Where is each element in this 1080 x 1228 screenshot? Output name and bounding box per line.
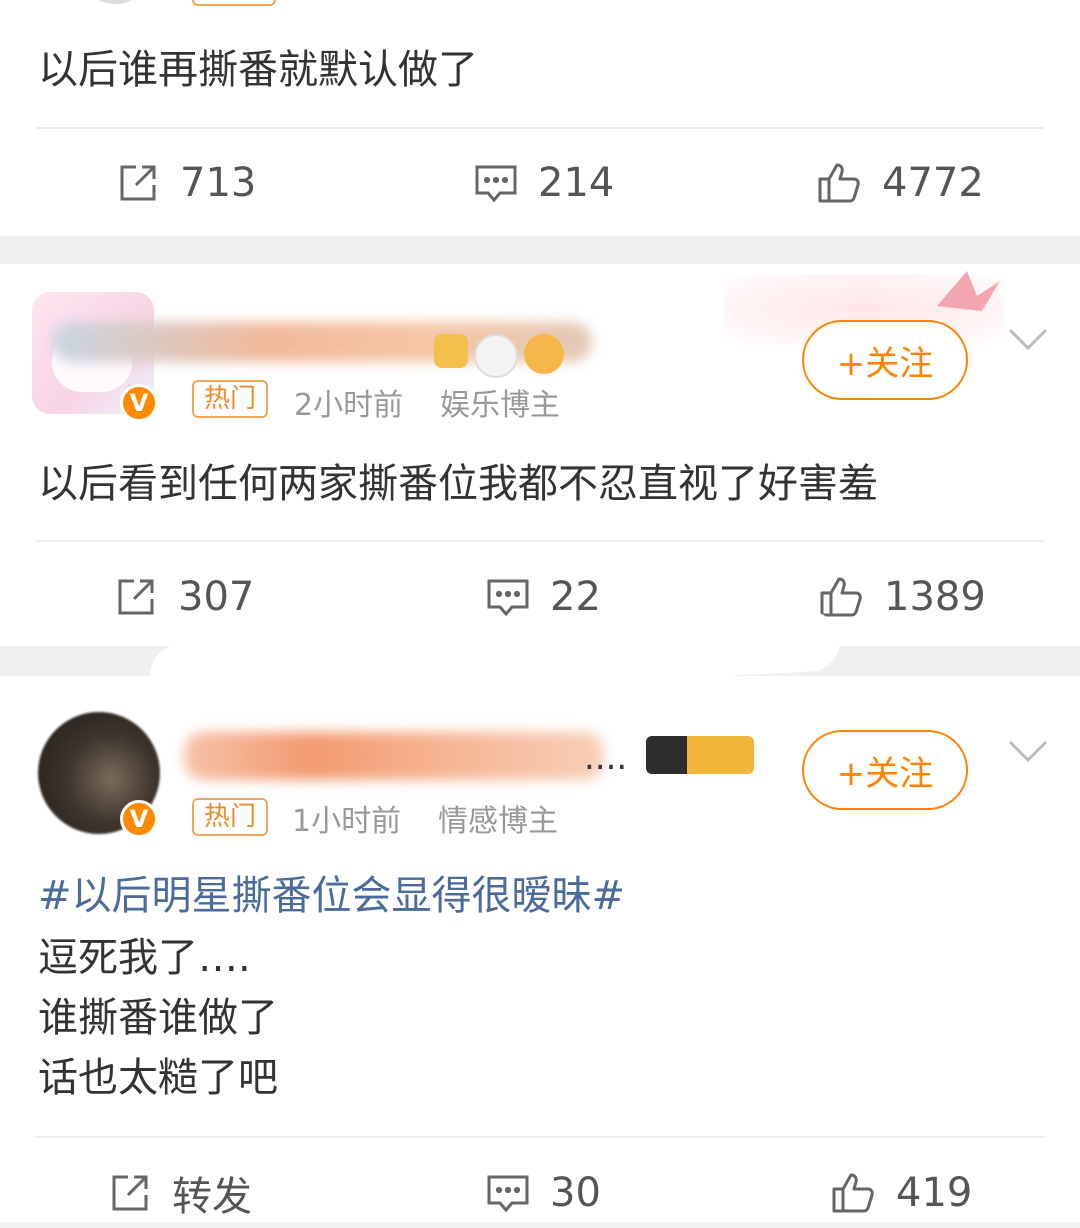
- like-count: 419: [896, 1170, 973, 1216]
- follow-button[interactable]: +关注: [802, 320, 968, 400]
- chevron-down-icon[interactable]: [1006, 324, 1050, 354]
- hashtag-link[interactable]: #以后明星撕番位会显得很暧昧#: [38, 866, 625, 926]
- paper-crane-icon: [937, 271, 1000, 311]
- post-time: 1小时前: [292, 804, 402, 839]
- repost-button[interactable]: 转发: [106, 1158, 252, 1228]
- v-badge-icon: V: [120, 384, 158, 422]
- repost-count: 307: [178, 574, 255, 620]
- avatar-partial[interactable]: [80, 0, 150, 4]
- author-category: 娱乐博主: [440, 388, 560, 423]
- action-bar: 转发 30 419: [0, 1158, 1080, 1228]
- chevron-down-icon[interactable]: [1006, 736, 1050, 766]
- thumbs-up-icon: [818, 163, 860, 203]
- post-text: 以后谁再撕番就默认做了: [38, 47, 478, 93]
- post-card-2: V 热门 2小时前 娱乐博主 +关注 以后看到任何两家撕番位我都不忍直视了好害羞…: [0, 264, 1080, 646]
- comment-count: 22: [550, 574, 601, 620]
- repost-count: 713: [180, 160, 257, 206]
- share-square-icon: [118, 579, 154, 615]
- like-count: 4772: [882, 160, 984, 206]
- post-line: 话也太糙了吧: [38, 1055, 278, 1101]
- username-ellipsis: ....: [584, 738, 628, 778]
- smile-icon: [524, 334, 564, 374]
- comment-count: 214: [538, 160, 615, 206]
- follow-button[interactable]: +关注: [802, 730, 968, 810]
- action-bar: 307 22 1389: [0, 562, 1080, 632]
- rank-badge-icon: [646, 736, 754, 774]
- thumbs-up-icon: [832, 1173, 874, 1213]
- post-line: 谁撕番谁做了: [38, 995, 278, 1041]
- post-card-3: V .... 热门 1小时前 情感博主 +关注 #以后明星撕番位会显得很暧昧# …: [0, 676, 1080, 1222]
- author-category: 情感博主: [438, 804, 558, 839]
- emoji-badges: [434, 334, 564, 378]
- like-button[interactable]: 1389: [818, 562, 986, 632]
- share-square-icon: [120, 165, 156, 201]
- hot-tag-partial: [192, 0, 276, 6]
- comment-button[interactable]: 22: [484, 562, 601, 632]
- repost-button[interactable]: 713: [114, 148, 256, 218]
- comment-bubble-icon: [475, 165, 517, 203]
- card-separator: [0, 236, 1080, 264]
- post-line: 逗死我了….: [38, 935, 251, 981]
- like-button[interactable]: 4772: [816, 148, 984, 218]
- comment-count: 30: [550, 1170, 601, 1216]
- comment-bubble-icon: [487, 1175, 529, 1213]
- crown-icon: [434, 334, 468, 368]
- comment-button[interactable]: 214: [472, 148, 614, 218]
- divider: [36, 127, 1044, 129]
- repost-label: 转发: [172, 1174, 252, 1220]
- like-button[interactable]: 419: [830, 1158, 972, 1228]
- panda-icon: [474, 334, 518, 378]
- hot-tag: 热门: [192, 798, 269, 836]
- username-blurred[interactable]: [184, 732, 604, 780]
- v-badge-icon: V: [120, 800, 158, 838]
- post-time: 2小时前: [294, 388, 404, 423]
- comment-button[interactable]: 30: [484, 1158, 601, 1228]
- post-card-1: 以后谁再撕番就默认做了 713 214 4772: [0, 0, 1080, 236]
- comment-bubble-icon: [487, 579, 529, 617]
- like-count: 1389: [884, 574, 986, 620]
- divider: [36, 540, 1044, 542]
- post-text: 以后看到任何两家撕番位我都不忍直视了好害羞: [38, 461, 878, 507]
- share-square-icon: [112, 1175, 148, 1211]
- thumbs-up-icon: [820, 577, 862, 617]
- repost-button[interactable]: 307: [112, 562, 254, 632]
- action-bar: 713 214 4772: [0, 148, 1080, 218]
- hot-tag: 热门: [192, 380, 269, 418]
- divider: [36, 1136, 1044, 1138]
